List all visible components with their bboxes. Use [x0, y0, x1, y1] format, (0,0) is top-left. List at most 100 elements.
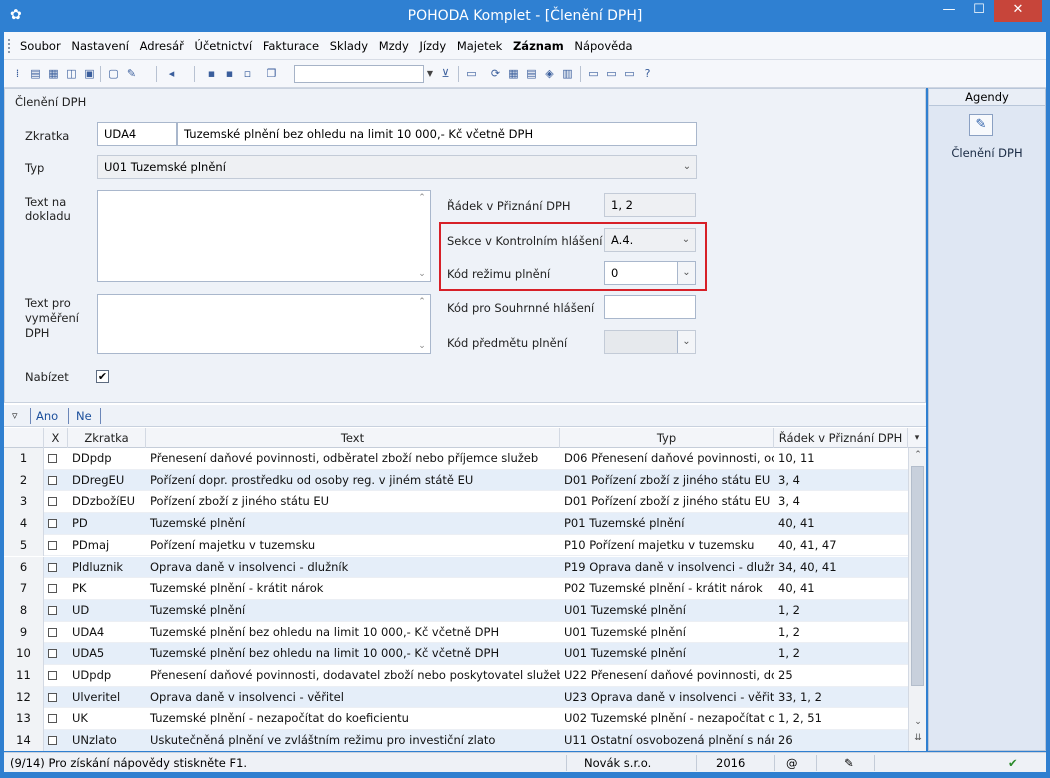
- row-checkbox[interactable]: [44, 687, 68, 709]
- document-icon[interactable]: ✎: [969, 114, 993, 136]
- row-checkbox-box[interactable]: [48, 605, 57, 615]
- close-button[interactable]: ✕: [994, 0, 1042, 22]
- menu-nastaveni[interactable]: Nastavení: [71, 39, 129, 53]
- menu-fakturace[interactable]: Fakturace: [263, 39, 319, 53]
- row-checkbox-box[interactable]: [48, 671, 57, 680]
- maximize-button[interactable]: ☐: [964, 0, 994, 22]
- row-checkbox[interactable]: [44, 448, 68, 470]
- calc-icon[interactable]: ▤: [524, 66, 539, 81]
- row-checkbox-box[interactable]: [48, 562, 57, 572]
- row-checkbox-box[interactable]: [48, 454, 57, 463]
- filter-icon[interactable]: ▿: [12, 409, 18, 422]
- column-header-x[interactable]: X: [44, 428, 68, 448]
- scroll-up-icon[interactable]: ⌃: [909, 450, 926, 460]
- table-row[interactable]: 10 UDA5 Tuzemské plnění bez ohledu na limi…: [4, 643, 908, 665]
- scrollbar-thumb[interactable]: [911, 466, 924, 686]
- row-checkbox[interactable]: [44, 491, 68, 513]
- row-checkbox[interactable]: [44, 578, 68, 600]
- folder-icon[interactable]: ▭: [464, 66, 479, 81]
- textarea-scrollbar[interactable]: ⌃ ⌄: [414, 295, 430, 353]
- row-checkbox[interactable]: [44, 708, 68, 730]
- row-checkbox[interactable]: [44, 470, 68, 492]
- table-row[interactable]: 5 PDmaj Pořízení majetku v tuzemsku P10 Poř…: [4, 534, 908, 557]
- row-checkbox-box[interactable]: [48, 584, 57, 594]
- scroll-up-icon[interactable]: ⌃: [414, 193, 430, 203]
- nabizet-checkbox[interactable]: ✔: [96, 370, 109, 383]
- text-pro-vymereni-textarea[interactable]: ⌃ ⌄: [97, 294, 431, 354]
- row-checkbox-box[interactable]: [48, 692, 57, 702]
- window2-icon[interactable]: ▭: [604, 66, 619, 81]
- pen-icon[interactable]: ✎: [844, 756, 854, 770]
- back-icon[interactable]: ◂: [164, 66, 179, 81]
- menu-majetek[interactable]: Majetek: [457, 39, 502, 53]
- edit-icon[interactable]: ✎: [124, 66, 139, 81]
- row-checkbox-box[interactable]: [48, 627, 57, 637]
- new-record-icon[interactable]: ▢: [106, 66, 121, 81]
- table-row[interactable]: 11 UDpdp Přenesení daňové povinnosti, doda…: [4, 665, 908, 687]
- row-checkbox[interactable]: [44, 513, 68, 535]
- text-field[interactable]: Tuzemské plnění bez ohledu na limit 10 0…: [177, 122, 697, 146]
- table-row[interactable]: 8 UD Tuzemské plnění U01 Tuzemské plnění 1, …: [4, 599, 908, 622]
- row-checkbox-box[interactable]: [48, 736, 57, 746]
- menu-soubor[interactable]: Soubor: [20, 39, 61, 53]
- table-row[interactable]: 9 UDA4 Tuzemské plnění bez ohledu na limit…: [4, 621, 908, 644]
- row-checkbox[interactable]: [44, 730, 68, 751]
- copy-icon[interactable]: ❐: [264, 66, 279, 81]
- menu-zaznam[interactable]: Záznam: [513, 39, 564, 53]
- save-icon[interactable]: ▪: [204, 66, 219, 81]
- table-scrollbar[interactable]: ⌃ ⌄ ⇊: [908, 448, 926, 751]
- preview-icon[interactable]: ◫: [64, 66, 79, 81]
- scroll-down-icon[interactable]: ⌄: [414, 341, 430, 351]
- sekce-select[interactable]: A.4. ⌄: [604, 228, 696, 252]
- filter-tab-ne[interactable]: Ne: [76, 409, 92, 423]
- column-header-typ[interactable]: Typ: [560, 428, 774, 448]
- minimize-button[interactable]: —: [934, 0, 964, 22]
- table-row[interactable]: 3 DDzbožíEU Pořízení zboží z jiného státu …: [4, 491, 908, 514]
- table-row[interactable]: 13 UK Tuzemské plnění - nezapočítat do koe…: [4, 708, 908, 731]
- menu-mzdy[interactable]: Mzdy: [379, 39, 409, 53]
- row-checkbox-box[interactable]: [48, 540, 57, 550]
- print-icon[interactable]: ▦: [46, 66, 61, 81]
- save-all-icon[interactable]: ▪: [222, 66, 237, 81]
- table-row[interactable]: 2 DDregEU Pořízení dopr. prostředku od oso…: [4, 469, 908, 492]
- iban-icon[interactable]: ▥: [560, 66, 575, 81]
- scroll-end-icon[interactable]: ⇊: [909, 733, 926, 743]
- help-icon[interactable]: ?: [640, 66, 655, 81]
- row-checkbox[interactable]: [44, 643, 68, 665]
- chevron-down-icon[interactable]: ⌄: [678, 156, 696, 178]
- row-checkbox-box[interactable]: [48, 714, 57, 724]
- menu-jizdy[interactable]: Jízdy: [419, 39, 446, 53]
- row-checkbox[interactable]: [44, 557, 68, 579]
- table-row[interactable]: 1 DDpdp Přenesení daňové povinnosti, odběr…: [4, 448, 908, 470]
- table-row[interactable]: 7 PK Tuzemské plnění - krátit nárok P02 Tuz…: [4, 578, 908, 600]
- textarea-scrollbar[interactable]: ⌃ ⌄: [414, 191, 430, 281]
- table-row[interactable]: 4 PD Tuzemské plnění P01 Tuzemské plnění 40,…: [4, 513, 908, 535]
- quick-search-input[interactable]: [294, 65, 424, 83]
- row-checkbox[interactable]: [44, 665, 68, 687]
- row-checkbox[interactable]: [44, 535, 68, 557]
- row-checkbox-box[interactable]: [48, 649, 57, 659]
- menu-adresar[interactable]: Adresář: [140, 39, 184, 53]
- agendy-item[interactable]: Členění DPH: [929, 146, 1045, 160]
- scroll-up-icon[interactable]: ⌃: [414, 297, 430, 307]
- chevron-down-icon[interactable]: ⌄: [677, 229, 695, 251]
- typ-select[interactable]: U01 Tuzemské plnění ⌄: [97, 155, 697, 179]
- row-checkbox[interactable]: [44, 622, 68, 644]
- refresh-icon[interactable]: ⟳: [488, 66, 503, 81]
- window3-icon[interactable]: ▭: [622, 66, 637, 81]
- column-chooser-icon[interactable]: ▾: [908, 428, 926, 448]
- filter-tab-ano[interactable]: Ano: [36, 409, 58, 423]
- table-row[interactable]: 14 UNzlato Uskutečněná plnění ve zvláštním…: [4, 730, 908, 751]
- open-icon[interactable]: ▤: [28, 66, 43, 81]
- table-row[interactable]: 6 Pldluznik Oprava daně v insolvenci - dlu…: [4, 556, 908, 579]
- kod-rezimu-select[interactable]: 0 ⌄: [604, 261, 696, 285]
- scroll-down-icon[interactable]: ⌄: [909, 717, 926, 727]
- table-row[interactable]: 12 Ulveritel Oprava daně v insolvenci - vě…: [4, 686, 908, 709]
- menu-sklady[interactable]: Sklady: [330, 39, 368, 53]
- table-icon[interactable]: ▦: [506, 66, 521, 81]
- attachment-icon[interactable]: ▫: [240, 66, 255, 81]
- chevron-down-icon[interactable]: ⌄: [677, 262, 695, 284]
- menu-napoveda[interactable]: Nápověda: [574, 39, 632, 53]
- kod-souhrnne-field[interactable]: [604, 295, 696, 319]
- column-header-zkratka[interactable]: Zkratka: [68, 428, 146, 448]
